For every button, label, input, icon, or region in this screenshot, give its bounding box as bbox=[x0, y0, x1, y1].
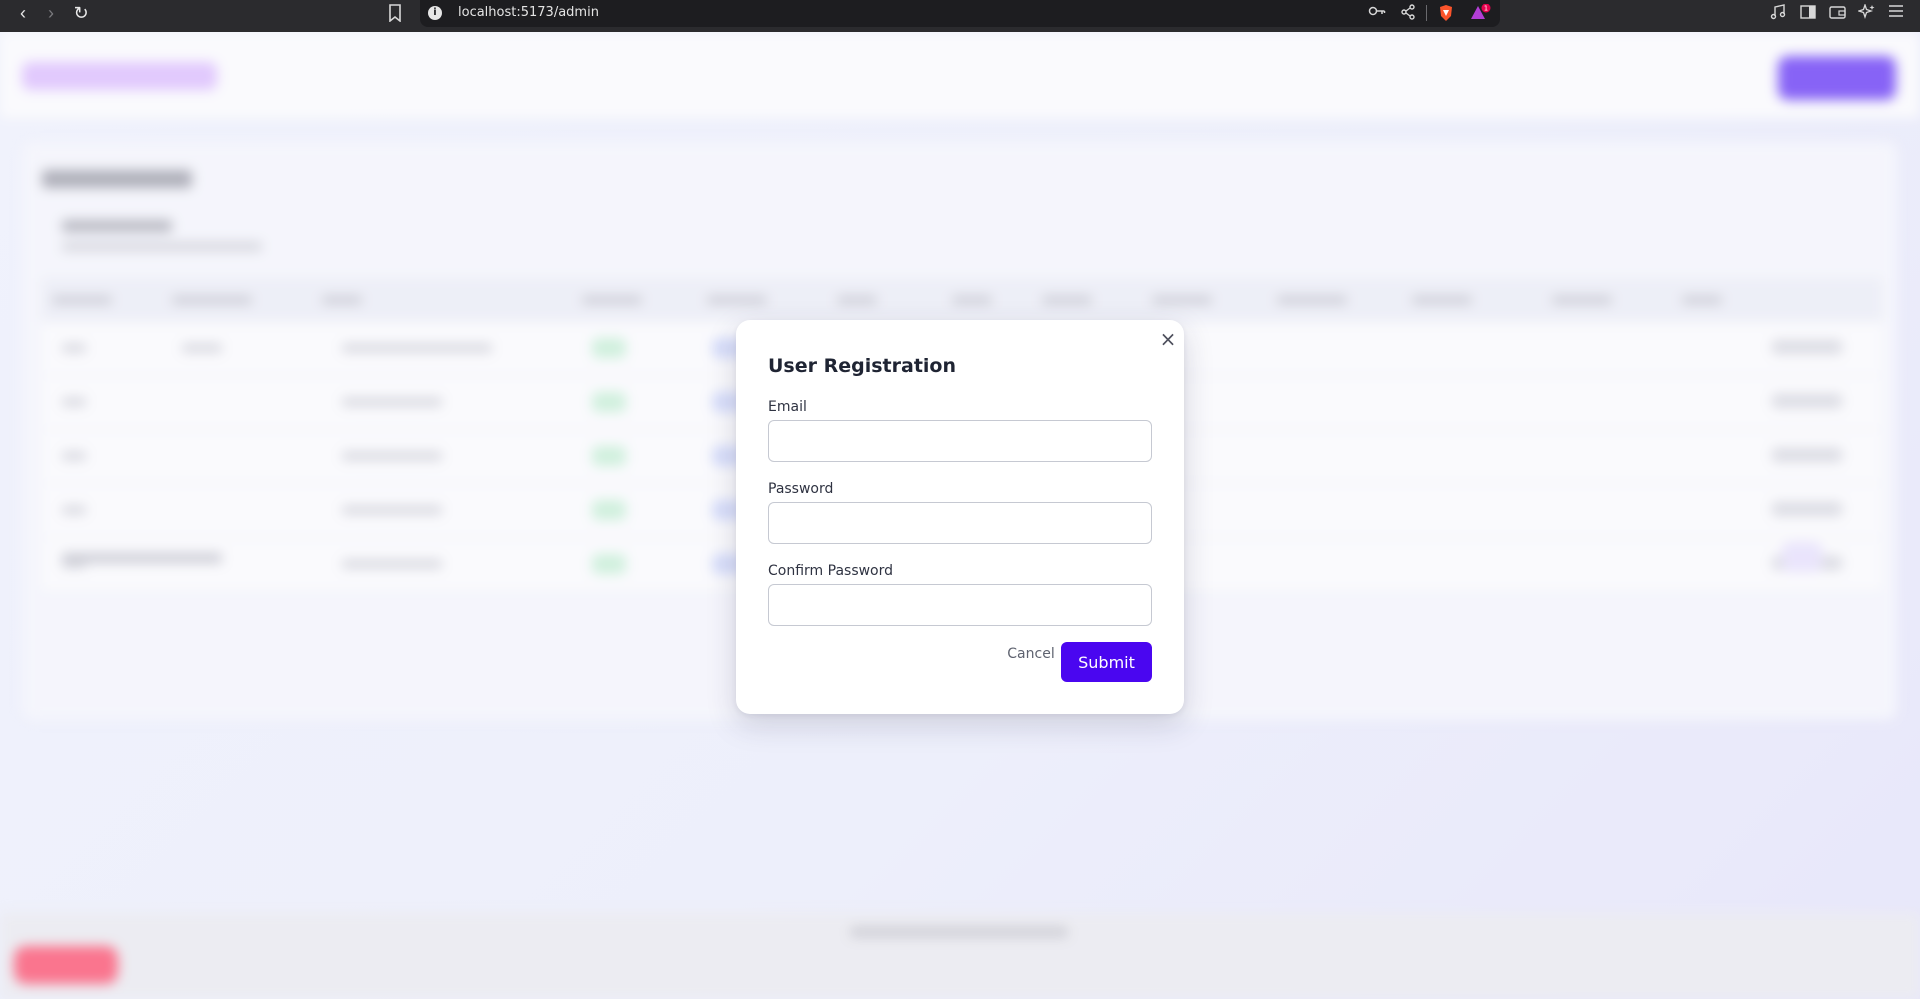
svg-text:1: 1 bbox=[1484, 5, 1488, 13]
sidebar-icon[interactable] bbox=[1800, 4, 1816, 25]
wallet-icon[interactable] bbox=[1829, 4, 1846, 25]
share-icon[interactable] bbox=[1400, 4, 1416, 25]
confirm-password-label: Confirm Password bbox=[768, 563, 894, 579]
address-bar[interactable]: i localhost:5173/admin 1 bbox=[420, 0, 1500, 27]
password-label: Password bbox=[768, 481, 834, 497]
email-field[interactable] bbox=[768, 420, 1152, 462]
confirm-password-field[interactable] bbox=[768, 584, 1152, 626]
password-field[interactable] bbox=[768, 502, 1152, 544]
menu-icon[interactable] bbox=[1888, 4, 1904, 23]
browser-toolbar: ‹ › ↻ i localhost:5173/admin 1 bbox=[0, 0, 1920, 32]
submit-button[interactable]: Submit bbox=[1061, 642, 1152, 682]
back-icon[interactable]: ‹ bbox=[10, 2, 36, 28]
close-icon[interactable]: × bbox=[1157, 328, 1179, 350]
reload-icon[interactable]: ↻ bbox=[68, 2, 94, 28]
key-icon[interactable] bbox=[1368, 4, 1386, 23]
registration-modal: × User Registration Email Password Confi… bbox=[736, 320, 1184, 714]
leo-icon[interactable] bbox=[1856, 2, 1876, 25]
email-label: Email bbox=[768, 399, 807, 415]
modal-title: User Registration bbox=[768, 355, 956, 377]
forward-icon[interactable]: › bbox=[38, 2, 64, 28]
site-info-icon[interactable]: i bbox=[428, 6, 442, 20]
music-icon[interactable] bbox=[1770, 4, 1786, 25]
url-text[interactable]: localhost:5173/admin bbox=[458, 5, 599, 20]
toolbar-divider bbox=[1426, 5, 1427, 21]
brave-rewards-icon[interactable]: 1 bbox=[1470, 3, 1492, 27]
bookmark-icon[interactable] bbox=[388, 4, 402, 27]
brave-shield-icon[interactable] bbox=[1438, 4, 1454, 27]
cancel-button[interactable]: Cancel bbox=[1006, 643, 1056, 665]
